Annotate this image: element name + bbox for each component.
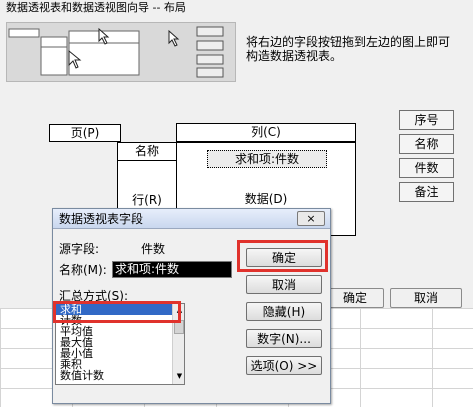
page-area-label: 页(P): [70, 126, 100, 140]
hide-button[interactable]: 隐藏(H): [246, 302, 322, 321]
name-input[interactable]: 求和项:件数: [112, 261, 232, 278]
layout-illustration-icon: [8, 26, 224, 78]
row-area-label: 行(R): [132, 193, 162, 207]
close-icon[interactable]: ×: [297, 211, 325, 226]
source-field-value: 件数: [141, 242, 166, 256]
source-field-label: 源字段:: [59, 242, 100, 256]
list-item-count-numbers[interactable]: 数值计数: [56, 370, 184, 381]
highlight-frame-ok: [237, 240, 328, 272]
cancel-button[interactable]: 取消: [246, 275, 322, 294]
options-button[interactable]: 选项(O) >>: [246, 356, 322, 375]
data-area-label: 数据(D): [244, 192, 288, 206]
field-button-remark[interactable]: 备注: [399, 182, 454, 202]
field-button-serial[interactable]: 序号: [399, 110, 454, 130]
wizard-ok-label: 确定: [342, 291, 367, 305]
number-format-button[interactable]: 数字(N)...: [246, 329, 322, 348]
column-area[interactable]: 列(C): [176, 123, 356, 142]
name-field-label: 名称(M):: [59, 263, 107, 277]
row-field-button[interactable]: 名称: [118, 143, 176, 161]
name-input-value: 求和项:件数: [115, 262, 180, 276]
wizard-instruction: 将右边的字段按钮拖到左边的图上即可构造数据透视表。: [246, 35, 451, 63]
pivot-field-dialog: 数据透视表字段 × 源字段: 件数 名称(M): 求和项:件数 汇总方式(S):…: [52, 208, 331, 404]
column-area-label: 列(C): [251, 125, 281, 139]
scroll-down-icon[interactable]: ▼: [175, 372, 184, 381]
wizard-illustration: [6, 22, 236, 82]
wizard-title: 数据透视表和数据透视图向导 -- 布局: [6, 1, 186, 14]
field-button-name[interactable]: 名称: [399, 134, 454, 154]
highlight-frame-summary: [53, 301, 181, 323]
wizard-cancel-button[interactable]: 取消: [390, 288, 462, 308]
field-button-quantity[interactable]: 件数: [399, 158, 454, 178]
data-field-button[interactable]: 求和项:件数: [207, 150, 327, 168]
page-area[interactable]: 页(P): [49, 124, 121, 142]
dialog-title: 数据透视表字段: [53, 209, 330, 229]
